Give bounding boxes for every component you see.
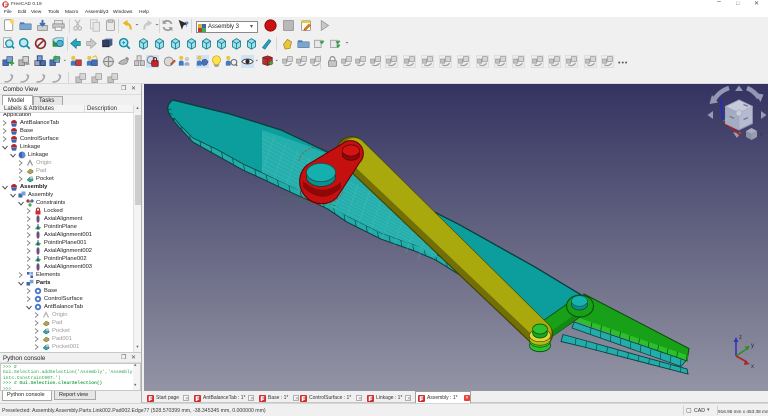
svg-text:x: x — [751, 364, 754, 370]
svg-text:y: y — [751, 343, 754, 349]
svg-text:?: ? — [184, 19, 189, 28]
svg-text:z: z — [739, 335, 742, 341]
